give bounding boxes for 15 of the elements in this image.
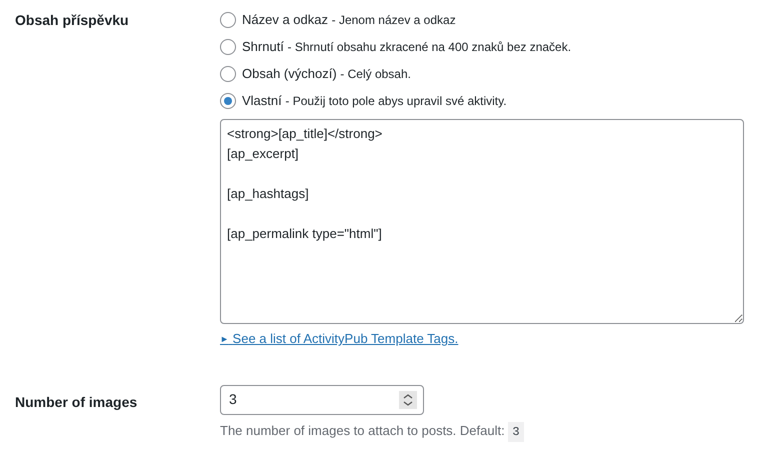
spinner-icon[interactable] [399,390,417,408]
option-label: Obsah (výchozí) - Celý obsah. [242,65,411,83]
option-label: Vlastní - Použij toto pole abys upravil své aktivity. [242,92,507,110]
radio-button[interactable] [220,93,236,109]
radio-button[interactable] [220,66,236,82]
field-label: Number of images [15,394,138,410]
template-tags-link[interactable]: ► See a list of ActivityPub Template Tags. [220,329,458,348]
field-description: The number of images to attach to posts. Default: 3 [220,420,524,440]
template-textarea[interactable]: <strong>[ap_title]</strong> [ap_excerpt] [ap_hashtags] [ap_permalink type="html"] [220,119,744,324]
radio-button[interactable] [220,12,236,28]
option-label: Název a odkaz - Jenom název a odkaz [242,11,456,29]
number-input[interactable]: 3 [220,384,424,414]
option-label: Shrnutí - Shrnutí obsahu zkracené na 400 znaků bez značek. [242,38,572,56]
field-label: Obsah příspěvku [15,12,129,28]
radio-button[interactable] [220,39,236,55]
